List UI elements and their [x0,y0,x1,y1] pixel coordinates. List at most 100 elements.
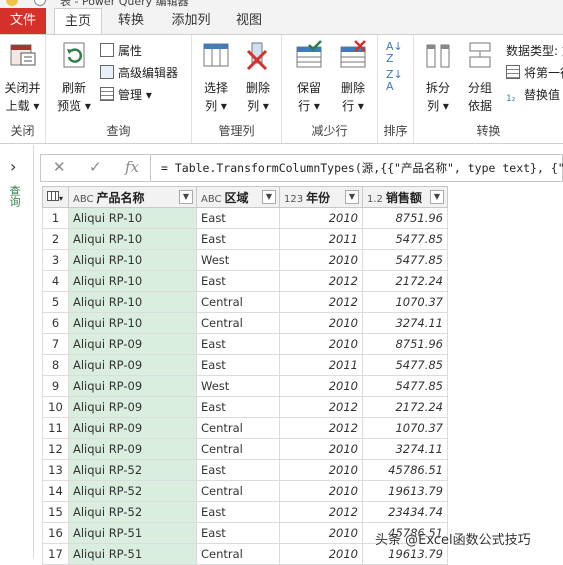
decimal-type-icon[interactable]: 1.2 [367,194,383,205]
cell-product[interactable]: Aliqui RP-51 [68,522,197,544]
tab-view[interactable]: 视图 [228,8,270,34]
row-number[interactable]: 8 [42,354,69,376]
cell-region[interactable]: East [196,228,280,250]
cell-region[interactable]: Central [196,438,280,460]
sort-ascending-button[interactable]: A↓ Z [386,41,403,67]
cell-region[interactable]: Central [196,312,280,334]
table-row[interactable]: 8 Aliqui RP-09 East 2011 5477.85 [42,354,448,376]
tab-file[interactable]: 文件 [0,8,46,34]
remove-rows-button[interactable]: 删除 行 ▾ [332,39,374,115]
cell-product[interactable]: Aliqui RP-09 [68,417,197,439]
table-row[interactable]: 12 Aliqui RP-09 Central 2010 3274.11 [42,438,448,460]
refresh-preview-button[interactable]: 刷新 预览 ▾ [52,39,96,115]
cell-region[interactable]: East [196,459,280,481]
manage-button[interactable]: 管理 ▾ [100,85,152,105]
column-header-product[interactable]: ABC 产品名称 ▼ [68,186,197,208]
table-row[interactable]: 9 Aliqui RP-09 West 2010 5477.85 [42,375,448,397]
row-number[interactable]: 13 [42,459,69,481]
cell-product[interactable]: Aliqui RP-10 [68,207,197,229]
row-number[interactable]: 14 [42,480,69,502]
cell-region[interactable]: Central [196,291,280,313]
tab-home[interactable]: 主页 [54,8,102,35]
cell-product[interactable]: Aliqui RP-51 [68,543,197,565]
cell-region[interactable]: West [196,249,280,271]
row-number[interactable]: 17 [42,543,69,565]
cell-year[interactable]: 2012 [279,291,363,313]
cell-sales[interactable]: 5477.85 [362,375,448,397]
choose-columns-button[interactable]: 选择 列 ▾ [196,39,236,115]
table-row[interactable]: 5 Aliqui RP-10 Central 2012 1070.37 [42,291,448,313]
keep-rows-button[interactable]: 保留 行 ▾ [288,39,330,115]
filter-dropdown-icon[interactable]: ▼ [345,190,359,204]
column-header-region[interactable]: ABC 区域 ▼ [196,186,280,208]
cell-year[interactable]: 2010 [279,312,363,334]
row-number[interactable]: 12 [42,438,69,460]
cell-year[interactable]: 2010 [279,522,363,544]
remove-columns-button[interactable]: 删除 列 ▾ [238,39,278,115]
filter-dropdown-icon[interactable]: ▼ [262,190,276,204]
split-column-button[interactable]: 拆分 列 ▾ [418,39,458,115]
cell-product[interactable]: Aliqui RP-52 [68,459,197,481]
cell-product[interactable]: Aliqui RP-10 [68,312,197,334]
cell-region[interactable]: East [196,333,280,355]
table-row[interactable]: 7 Aliqui RP-09 East 2010 8751.96 [42,333,448,355]
table-row[interactable]: 10 Aliqui RP-09 East 2012 2172.24 [42,396,448,418]
cell-region[interactable]: Central [196,480,280,502]
row-number[interactable]: 1 [42,207,69,229]
cell-year[interactable]: 2012 [279,396,363,418]
row-number[interactable]: 7 [42,333,69,355]
cell-sales[interactable]: 2172.24 [362,270,448,292]
cell-region[interactable]: East [196,354,280,376]
row-number[interactable]: 5 [42,291,69,313]
filter-dropdown-icon[interactable]: ▼ [430,190,444,204]
cell-sales[interactable]: 19613.79 [362,480,448,502]
cell-region[interactable]: Central [196,543,280,565]
cell-region[interactable]: East [196,270,280,292]
sort-descending-button[interactable]: Z↓ A [386,69,403,95]
cell-year[interactable]: 2010 [279,543,363,565]
filter-dropdown-icon[interactable]: ▼ [179,190,193,204]
cell-year[interactable]: 2010 [279,375,363,397]
close-and-load-button[interactable]: 关闭并 上载 ▾ [0,39,45,115]
cell-sales[interactable]: 3274.11 [362,438,448,460]
undo-icon[interactable] [34,0,46,6]
cell-year[interactable]: 2011 [279,228,363,250]
cell-region[interactable]: East [196,396,280,418]
cell-region[interactable]: Central [196,417,280,439]
cell-product[interactable]: Aliqui RP-09 [68,333,197,355]
table-row[interactable]: 6 Aliqui RP-10 Central 2010 3274.11 [42,312,448,334]
cell-year[interactable]: 2010 [279,438,363,460]
table-row[interactable]: 4 Aliqui RP-10 East 2012 2172.24 [42,270,448,292]
cell-region[interactable]: East [196,207,280,229]
cell-region[interactable]: West [196,375,280,397]
cell-product[interactable]: Aliqui RP-09 [68,438,197,460]
cell-sales[interactable]: 2172.24 [362,396,448,418]
cell-product[interactable]: Aliqui RP-09 [68,354,197,376]
whole-number-type-icon[interactable]: 123 [284,194,303,205]
properties-button[interactable]: 属性 [100,41,142,61]
cell-sales[interactable]: 5477.85 [362,354,448,376]
cell-year[interactable]: 2012 [279,501,363,523]
row-number[interactable]: 16 [42,522,69,544]
cell-sales[interactable]: 1070.37 [362,291,448,313]
row-number[interactable]: 6 [42,312,69,334]
cell-year[interactable]: 2012 [279,270,363,292]
cell-sales[interactable]: 8751.96 [362,207,448,229]
table-row[interactable]: 14 Aliqui RP-52 Central 2010 19613.79 [42,480,448,502]
row-number[interactable]: 15 [42,501,69,523]
column-header-sales[interactable]: 1.2 销售额 ▼ [362,186,448,208]
formula-input[interactable]: = Table.TransformColumnTypes(源,{{"产品名称",… [161,160,563,176]
cell-product[interactable]: Aliqui RP-09 [68,396,197,418]
cancel-icon[interactable]: ✕ [53,158,66,176]
cell-product[interactable]: Aliqui RP-10 [68,291,197,313]
cell-year[interactable]: 2010 [279,459,363,481]
cell-region[interactable]: East [196,522,280,544]
cell-year[interactable]: 2010 [279,480,363,502]
confirm-icon[interactable]: ✓ [89,158,102,176]
queries-pane-label[interactable]: 查询 [8,185,22,207]
row-number[interactable]: 3 [42,249,69,271]
advanced-editor-button[interactable]: 高级编辑器 [100,63,178,83]
cell-sales[interactable]: 5477.85 [362,228,448,250]
table-menu-button[interactable]: ▾ [42,186,69,208]
use-first-row-button[interactable]: 将第一行 [506,63,563,83]
